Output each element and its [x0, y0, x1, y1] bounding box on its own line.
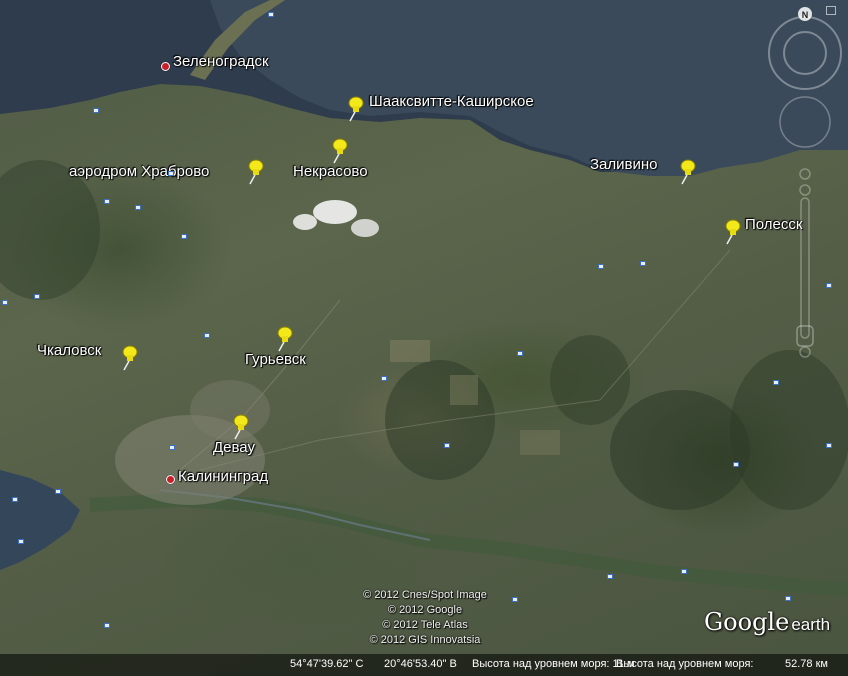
pushpin-icon[interactable]: [346, 96, 364, 122]
map-view[interactable]: Зеленоградск Шааксвитте-Каширское аэродр…: [0, 0, 848, 676]
poi-marker-icon[interactable]: [607, 574, 613, 579]
poi-marker-icon[interactable]: [517, 351, 523, 356]
poi-marker-icon[interactable]: [681, 569, 687, 574]
poi-marker-icon[interactable]: [640, 261, 646, 266]
place-label-shaaksvitte[interactable]: Шааксвитте-Каширское: [369, 93, 534, 110]
eye-altitude-value: 52.78 км: [785, 658, 828, 670]
window-icon[interactable]: [826, 6, 836, 15]
pushpin-icon[interactable]: [246, 159, 264, 185]
elevation-readout: Высота над уровнем моря: 11 м: [472, 658, 635, 670]
poi-marker-icon[interactable]: [826, 443, 832, 448]
river-valley: [89, 492, 848, 597]
pushpin-icon[interactable]: [120, 345, 138, 371]
pushpin-icon[interactable]: [231, 414, 249, 440]
place-label-chkalovsk[interactable]: Чкаловск: [37, 342, 101, 359]
status-bar: 54°47'39.62" С 20°46'53.40" В Высота над…: [0, 654, 848, 676]
place-label-zalivino[interactable]: Заливино: [590, 156, 658, 173]
poi-marker-icon[interactable]: [18, 539, 24, 544]
place-label-devau[interactable]: Девау: [213, 439, 255, 456]
poi-marker-icon[interactable]: [2, 300, 8, 305]
poi-marker-icon[interactable]: [104, 199, 110, 204]
google-earth-logo: Google earth: [704, 608, 830, 636]
zoom-slider[interactable]: [796, 168, 814, 358]
copyright-line: © 2012 GIS Innovatsia: [369, 634, 481, 646]
place-label-zelenogradsk[interactable]: Зеленоградск: [173, 53, 269, 70]
look-control[interactable]: N: [768, 7, 842, 90]
poi-marker-icon[interactable]: [93, 108, 99, 113]
poi-marker-icon[interactable]: [12, 497, 18, 502]
vistula-lagoon: [0, 470, 80, 570]
pushpin-icon[interactable]: [330, 138, 348, 164]
longitude-readout: 20°46'53.40" В: [384, 658, 457, 670]
eye-altitude-label: Высота над уровнем моря:: [616, 658, 754, 670]
copyright-line: © 2012 Cnes/Spot Image: [363, 589, 487, 601]
move-joystick[interactable]: [779, 96, 831, 148]
poi-marker-icon[interactable]: [598, 264, 604, 269]
imagery-copyright: © 2012 Cnes/Spot Image © 2012 Google © 2…: [340, 588, 510, 648]
place-label-khrabrovo[interactable]: аэродром Храброво: [69, 163, 209, 180]
copyright-line: © 2012 Tele Atlas: [382, 619, 468, 631]
city-dot-icon[interactable]: [166, 475, 175, 484]
poi-marker-icon[interactable]: [168, 171, 174, 176]
poi-marker-icon[interactable]: [204, 333, 210, 338]
logo-brand: Google: [704, 608, 790, 636]
poi-marker-icon[interactable]: [512, 597, 518, 602]
navigation-controls[interactable]: N: [766, 0, 848, 360]
poi-marker-icon[interactable]: [181, 234, 187, 239]
poi-marker-icon[interactable]: [773, 380, 779, 385]
poi-marker-icon[interactable]: [135, 205, 141, 210]
poi-marker-icon[interactable]: [55, 489, 61, 494]
poi-marker-icon[interactable]: [444, 443, 450, 448]
latitude-readout: 54°47'39.62" С: [290, 658, 364, 670]
poi-marker-icon[interactable]: [104, 623, 110, 628]
poi-marker-icon[interactable]: [34, 294, 40, 299]
zoom-slider-thumb: [796, 325, 814, 347]
pushpin-icon[interactable]: [275, 326, 293, 352]
pushpin-icon[interactable]: [723, 219, 741, 245]
poi-marker-icon[interactable]: [785, 596, 791, 601]
poi-marker-icon[interactable]: [381, 376, 387, 381]
poi-marker-icon[interactable]: [733, 462, 739, 467]
place-label-nekrasovo[interactable]: Некрасово: [293, 163, 368, 180]
logo-product: earth: [791, 615, 831, 634]
place-label-kaliningrad[interactable]: Калининград: [178, 468, 268, 485]
north-label: N: [802, 10, 809, 20]
city-dot-icon[interactable]: [161, 62, 170, 71]
poi-marker-icon[interactable]: [268, 12, 274, 17]
copyright-line: © 2012 Google: [387, 604, 463, 616]
poi-marker-icon[interactable]: [169, 445, 175, 450]
pushpin-icon[interactable]: [678, 159, 696, 185]
place-label-gurievsk[interactable]: Гурьевск: [245, 351, 306, 368]
